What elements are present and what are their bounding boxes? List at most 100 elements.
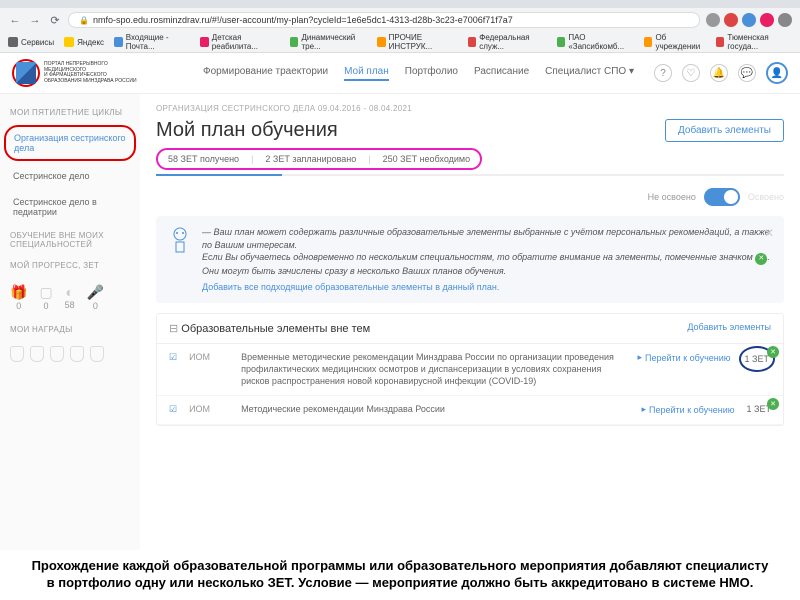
info-text: — Ваш план может содержать различные обр…: [202, 226, 772, 293]
bookmark-item[interactable]: ПРОЧИЕ ИНСТРУК...: [377, 33, 458, 51]
lock-icon: 🔒: [79, 16, 89, 25]
add-elements-button[interactable]: Добавить элементы: [665, 119, 784, 142]
app-header: ПОРТАЛ НЕПРЕРЫВНОГО МЕДИЦИНСКОГО И ФАРМА…: [0, 53, 800, 94]
zet-required: 250 ЗЕТ необходимо: [383, 154, 470, 164]
sidebar-item-nursing[interactable]: Сестринское дело: [0, 163, 140, 189]
tab-bar: [0, 0, 800, 8]
browser-chrome: ← → ⟳ 🔒 nmfo-spo.edu.rosminzdrav.ru/#!/u…: [0, 0, 800, 53]
logo-text: ПОРТАЛ НЕПРЕРЫВНОГО МЕДИЦИНСКОГО И ФАРМА…: [44, 62, 137, 84]
bookmark-item[interactable]: Об учреждении: [644, 33, 706, 51]
slide-caption: Прохождение каждой образовательной прогр…: [0, 550, 800, 600]
sidebar-heading: МОИ ПЯТИЛЕТНИЕ ЦИКЛЫ: [0, 102, 140, 123]
bell-icon[interactable]: ♡: [682, 64, 700, 82]
goto-learning-link[interactable]: ▸ Перейти к обучению: [642, 404, 735, 415]
sidebar-item-pediatric[interactable]: Сестринское дело в педиатрии: [0, 189, 140, 225]
progress-row: 🎁0 ▢0 ◐58 🎤0: [0, 276, 140, 319]
main-layout: МОИ ПЯТИЛЕТНИЕ ЦИКЛЫ Организация сестрин…: [0, 94, 800, 564]
award-icon: [50, 346, 64, 362]
zet-received: 58 ЗЕТ получено: [168, 154, 239, 164]
page-title: Мой план обучения: [156, 119, 338, 142]
header-icons: ? ♡ 🔔 💬 👤: [654, 62, 788, 84]
check-icon[interactable]: ☑: [169, 352, 177, 363]
ext-icon[interactable]: [760, 13, 774, 27]
zet-planned: 2 ЗЕТ запланировано: [265, 154, 356, 164]
bookmark-item[interactable]: ПАО «Запсибкомб...: [557, 33, 634, 51]
element-desc: Временные методические рекомендации Минз…: [241, 352, 625, 387]
element-row: ☑ ИОМ Временные методические рекомендаци…: [157, 344, 783, 396]
add-all-link[interactable]: Добавить все подходящие образовательные …: [202, 281, 772, 294]
nav-trajectory[interactable]: Формирование траектории: [203, 66, 328, 81]
toggle-label-left: Не освоено: [648, 192, 696, 202]
content-area: ОРГАНИЗАЦИЯ СЕСТРИНСКОГО ДЕЛА 09.04.2016…: [140, 94, 800, 564]
element-type: ИОМ: [189, 404, 229, 414]
nav-portfolio[interactable]: Портфолио: [405, 66, 458, 81]
toggle-label-right: Освоено: [748, 192, 784, 202]
notif-icon[interactable]: 🔔: [710, 64, 728, 82]
ext-icon[interactable]: [724, 13, 738, 27]
award-icon: [90, 346, 104, 362]
awards-row: [0, 340, 140, 368]
progress-item: 🎤0: [87, 284, 104, 311]
bookmark-item[interactable]: Детская реабилита...: [200, 33, 280, 51]
bookmark-item[interactable]: Тюменская госуда...: [716, 33, 792, 51]
goto-learning-link[interactable]: ▸ Перейти к обучению: [638, 352, 731, 363]
breadcrumb: ОРГАНИЗАЦИЯ СЕСТРИНСКОГО ДЕЛА 09.04.2016…: [156, 104, 784, 113]
sidebar: МОИ ПЯТИЛЕТНИЕ ЦИКЛЫ Организация сестрин…: [0, 94, 140, 564]
elements-box: ⊟ Образовательные элементы вне тем Добав…: [156, 313, 784, 426]
element-zet: 1 ЗЕТ✕: [747, 404, 771, 414]
mastered-toggle[interactable]: [704, 188, 740, 206]
element-zet: 1 ЗЕТ✕: [743, 352, 771, 366]
toggle-row: Не освоено Освоено: [156, 188, 784, 206]
sidebar-item-org-nursing[interactable]: Организация сестринского дела: [4, 125, 136, 161]
ext-icon[interactable]: [778, 13, 792, 27]
close-icon[interactable]: ✕: [764, 226, 774, 240]
award-icon: [10, 346, 24, 362]
user-icon[interactable]: 👤: [766, 62, 788, 84]
back-icon[interactable]: ←: [8, 13, 22, 27]
multi-badge-icon: ✕: [767, 398, 779, 410]
sidebar-heading: МОЙ ПРОГРЕСС, ЗЕТ: [0, 255, 140, 276]
bookmark-item[interactable]: Сервисы: [8, 37, 54, 47]
logo-icon: [12, 59, 40, 87]
check-icon[interactable]: ☑: [169, 404, 177, 415]
nav-schedule[interactable]: Расписание: [474, 66, 529, 81]
award-icon: [70, 346, 84, 362]
zet-summary: 58 ЗЕТ получено | 2 ЗЕТ запланировано | …: [156, 148, 482, 170]
progress-item: 🎁0: [10, 284, 27, 311]
ext-icon[interactable]: [742, 13, 756, 27]
url-input[interactable]: 🔒 nmfo-spo.edu.rosminzdrav.ru/#!/user-ac…: [68, 12, 700, 28]
chat-icon[interactable]: 💬: [738, 64, 756, 82]
help-icon[interactable]: ?: [654, 64, 672, 82]
robot-icon: [168, 226, 192, 254]
url-text: nmfo-spo.edu.rosminzdrav.ru/#!/user-acco…: [93, 15, 513, 25]
progress-item: ◐58: [65, 284, 75, 311]
bookmarks-bar: Сервисы Яндекс Входящие - Почта... Детск…: [0, 32, 800, 52]
elements-header: ⊟ Образовательные элементы вне тем Добав…: [157, 314, 783, 344]
extension-icons: [706, 13, 792, 27]
element-desc: Методические рекомендации Минздрава Росс…: [241, 404, 629, 416]
bookmark-item[interactable]: Входящие - Почта...: [114, 33, 190, 51]
bookmark-item[interactable]: Федеральная служ...: [468, 33, 547, 51]
title-row: Мой план обучения Добавить элементы: [156, 119, 784, 142]
add-elements-link[interactable]: Добавить элементы: [687, 322, 771, 335]
multi-badge-icon: ✕: [755, 253, 767, 265]
element-row: ☑ ИОМ Методические рекомендации Минздрав…: [157, 396, 783, 425]
top-nav: Формирование траектории Мой план Портфол…: [203, 66, 634, 81]
sidebar-heading: ОБУЧЕНИЕ ВНЕ МОИХ СПЕЦИАЛЬНОСТЕЙ: [0, 225, 140, 255]
progress-bar: [156, 174, 784, 176]
sidebar-heading: МОИ НАГРАДЫ: [0, 319, 140, 340]
url-bar: ← → ⟳ 🔒 nmfo-spo.edu.rosminzdrav.ru/#!/u…: [0, 8, 800, 32]
nav-specialist[interactable]: Специалист СПО ▾: [545, 66, 634, 81]
multi-badge-icon: ✕: [767, 346, 779, 358]
bookmark-item[interactable]: Динамический тре...: [290, 33, 367, 51]
award-icon: [30, 346, 44, 362]
nav-my-plan[interactable]: Мой план: [344, 66, 389, 81]
forward-icon[interactable]: →: [28, 13, 42, 27]
logo-area: ПОРТАЛ НЕПРЕРЫВНОГО МЕДИЦИНСКОГО И ФАРМА…: [12, 59, 152, 87]
element-type: ИОМ: [189, 352, 229, 362]
ext-icon[interactable]: [706, 13, 720, 27]
progress-item: ▢0: [39, 284, 52, 311]
info-box: — Ваш план может содержать различные обр…: [156, 216, 784, 303]
bookmark-item[interactable]: Яндекс: [64, 37, 104, 47]
reload-icon[interactable]: ⟳: [48, 13, 62, 27]
